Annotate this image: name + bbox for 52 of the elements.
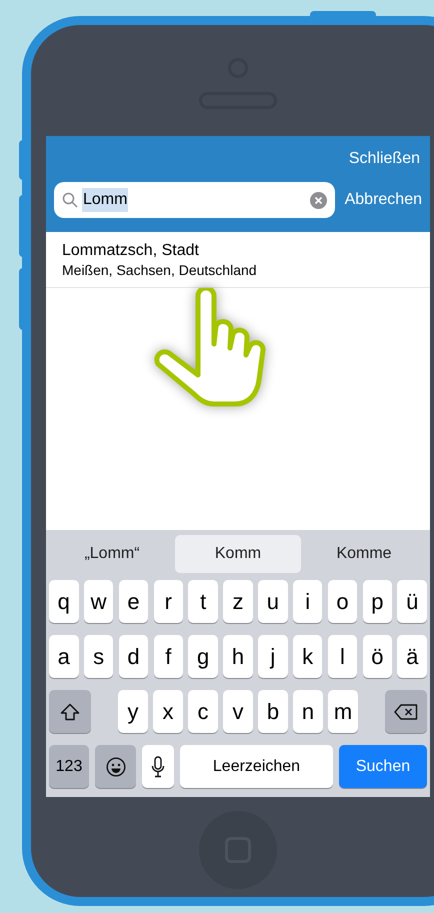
keyboard-key[interactable]: a bbox=[49, 635, 78, 678]
space-key[interactable]: Leerzeichen bbox=[180, 745, 333, 788]
microphone-key[interactable] bbox=[142, 745, 174, 788]
keyboard-key[interactable]: g bbox=[188, 635, 218, 678]
keyboard-key[interactable]: p bbox=[362, 580, 392, 623]
keyboard-key[interactable]: s bbox=[84, 635, 114, 678]
suggestion[interactable]: Komm bbox=[175, 535, 301, 573]
suggestion[interactable]: Komme bbox=[301, 535, 427, 573]
keyboard-key[interactable]: v bbox=[223, 690, 253, 733]
result-title: Lommatzsch, Stadt bbox=[62, 240, 200, 260]
keyboard-key[interactable]: u bbox=[258, 580, 288, 623]
keyboard-key[interactable]: c bbox=[188, 690, 218, 733]
keyboard-key[interactable]: x bbox=[153, 690, 183, 733]
keyboard-key[interactable]: w bbox=[84, 580, 114, 623]
shift-key[interactable] bbox=[49, 690, 91, 733]
backspace-key[interactable] bbox=[385, 690, 427, 733]
keyboard-key[interactable]: q bbox=[49, 580, 78, 623]
keyboard-key[interactable]: ö bbox=[362, 635, 392, 678]
result-row[interactable]: Lommatzsch, Stadt Meißen, Sachsen, Deutschland bbox=[46, 232, 430, 288]
search-icon bbox=[62, 192, 78, 208]
numbers-key[interactable]: 123 bbox=[49, 745, 89, 788]
suggestion[interactable]: „Lomm“ bbox=[49, 535, 175, 573]
keyboard-key[interactable]: m bbox=[328, 690, 358, 733]
keyboard-key[interactable]: z bbox=[223, 580, 253, 623]
keyboard-key[interactable]: j bbox=[258, 635, 288, 678]
backspace-icon bbox=[394, 704, 418, 720]
keyboard-key[interactable]: y bbox=[118, 690, 148, 733]
keyboard-key[interactable]: k bbox=[292, 635, 322, 678]
search-key[interactable]: Suchen bbox=[339, 745, 427, 788]
microphone-icon bbox=[151, 756, 165, 778]
keyboard-key[interactable]: f bbox=[154, 635, 184, 678]
clear-icon[interactable] bbox=[310, 192, 327, 208]
smiley-icon bbox=[106, 756, 126, 776]
search-value: Lomm bbox=[82, 188, 128, 212]
keyboard-key[interactable]: ü bbox=[397, 580, 427, 623]
keyboard-key[interactable]: d bbox=[118, 635, 148, 678]
close-button[interactable]: Schließen bbox=[348, 147, 420, 171]
keyboard-key[interactable]: o bbox=[328, 580, 358, 623]
keyboard-key[interactable]: n bbox=[293, 690, 323, 733]
keyboard-key[interactable]: r bbox=[154, 580, 184, 623]
keyboard-key[interactable]: ä bbox=[397, 635, 427, 678]
keyboard-key[interactable]: e bbox=[118, 580, 148, 623]
keyboard-key[interactable]: h bbox=[223, 635, 253, 678]
keyboard-key[interactable]: b bbox=[258, 690, 288, 733]
cancel-button[interactable]: Abbrechen bbox=[344, 188, 422, 212]
keyboard-key[interactable]: t bbox=[188, 580, 218, 623]
keyboard-key[interactable]: l bbox=[328, 635, 358, 678]
search-field[interactable]: Lomm bbox=[54, 182, 335, 218]
keyboard-key[interactable]: i bbox=[292, 580, 322, 623]
emoji-key[interactable] bbox=[95, 745, 136, 788]
result-subtitle: Meißen, Sachsen, Deutschland bbox=[62, 260, 258, 278]
shift-icon bbox=[60, 702, 80, 720]
